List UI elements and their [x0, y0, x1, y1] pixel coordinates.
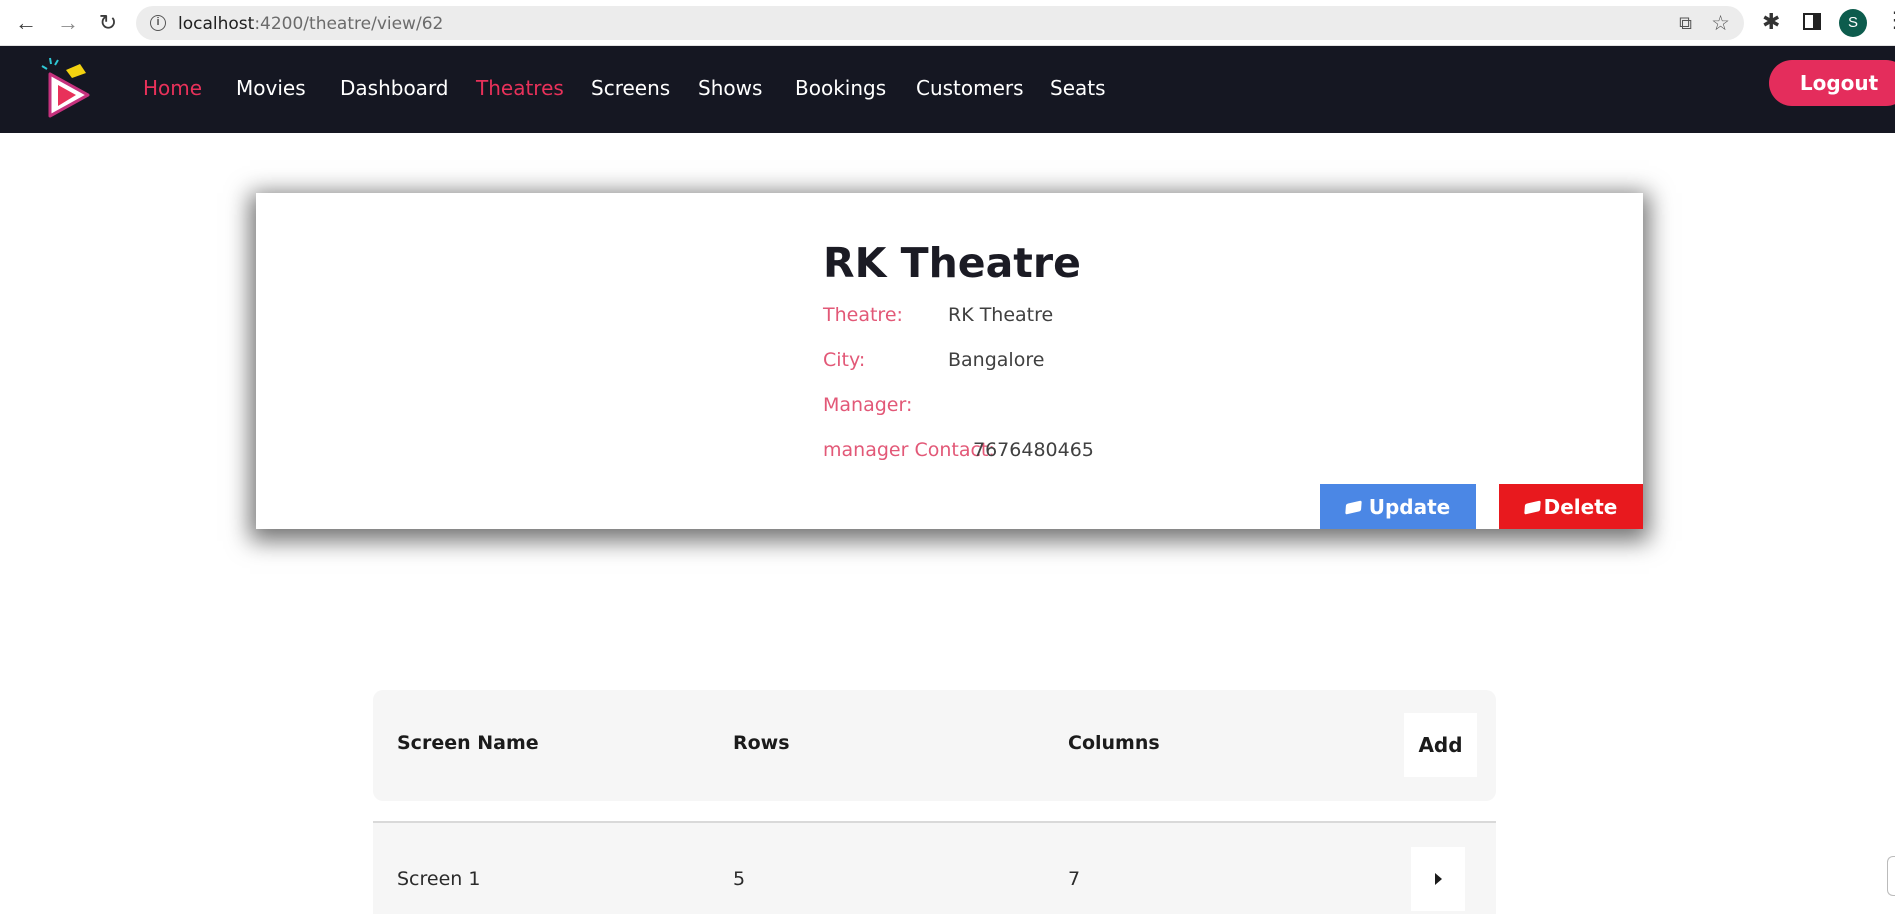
- theatre-name-value: RK Theatre: [948, 304, 1054, 326]
- nav-screens[interactable]: Screens: [591, 76, 670, 100]
- address-bar[interactable]: i localhost:4200/theatre/view/62 ⧉ ☆: [136, 6, 1744, 40]
- header-screen-name: Screen Name: [397, 732, 539, 754]
- url-host: localhost: [178, 14, 255, 34]
- nav-home[interactable]: Home: [143, 76, 202, 100]
- update-button[interactable]: Update: [1320, 484, 1476, 529]
- delete-button[interactable]: Delete: [1499, 484, 1643, 529]
- nav-seats[interactable]: Seats: [1050, 76, 1106, 100]
- add-screen-button[interactable]: Add: [1404, 713, 1477, 777]
- menu-kebab-icon[interactable]: ⋮: [1884, 9, 1895, 31]
- cell-rows: 5: [733, 868, 746, 890]
- header-rows: Rows: [733, 732, 790, 754]
- update-label: Update: [1368, 495, 1451, 519]
- city-label: City:: [823, 349, 866, 371]
- cell-columns: 7: [1068, 868, 1081, 890]
- share-icon[interactable]: ⧉: [1679, 13, 1692, 34]
- caret-right-icon: [1434, 873, 1442, 885]
- browser-toolbar: ← → ↻ i localhost:4200/theatre/view/62 ⧉…: [0, 0, 1895, 46]
- back-arrow-icon[interactable]: ←: [12, 9, 40, 37]
- city-value: Bangalore: [948, 349, 1045, 371]
- table-row: Screen 1 5 7: [373, 823, 1496, 914]
- side-panel-icon[interactable]: [1803, 13, 1821, 30]
- nav-shows[interactable]: Shows: [698, 76, 762, 100]
- cell-screen-name: Screen 1: [397, 868, 481, 890]
- app-logo-icon[interactable]: [36, 54, 108, 126]
- info-icon[interactable]: i: [150, 15, 166, 31]
- screens-table-header: Screen Name Rows Columns Add: [373, 690, 1496, 801]
- ticket-icon: [1523, 499, 1541, 515]
- row-view-button[interactable]: [1411, 847, 1465, 911]
- manager-contact-value: 7676480465: [973, 439, 1094, 461]
- reload-icon[interactable]: ↻: [94, 9, 122, 37]
- nav-theatres[interactable]: Theatres: [476, 76, 564, 100]
- theatre-name-label: Theatre:: [823, 304, 903, 326]
- manager-label: Manager:: [823, 394, 913, 416]
- theatre-card: RK Theatre Theatre: RK Theatre City: Ban…: [256, 193, 1643, 529]
- nav-bookings[interactable]: Bookings: [795, 76, 886, 100]
- header-columns: Columns: [1068, 732, 1160, 754]
- profile-avatar[interactable]: S: [1839, 9, 1867, 37]
- url-path: :4200/theatre/view/62: [254, 14, 444, 34]
- star-icon[interactable]: ☆: [1711, 11, 1730, 36]
- manager-contact-label: manager Contact:: [823, 439, 995, 461]
- nav-movies[interactable]: Movies: [236, 76, 306, 100]
- delete-label: Delete: [1543, 495, 1618, 519]
- url-text[interactable]: localhost:4200/theatre/view/62: [178, 14, 443, 34]
- logout-button[interactable]: Logout: [1769, 60, 1895, 106]
- forward-arrow-icon[interactable]: →: [54, 9, 82, 37]
- app-navbar: Home Movies Dashboard Theatres Screens S…: [0, 46, 1895, 133]
- nav-customers[interactable]: Customers: [916, 76, 1024, 100]
- extensions-icon[interactable]: ✱: [1762, 9, 1780, 35]
- edge-widget[interactable]: [1887, 856, 1895, 896]
- nav-dashboard[interactable]: Dashboard: [340, 76, 449, 100]
- ticket-icon: [1344, 499, 1362, 515]
- theatre-title: RK Theatre: [823, 239, 1081, 287]
